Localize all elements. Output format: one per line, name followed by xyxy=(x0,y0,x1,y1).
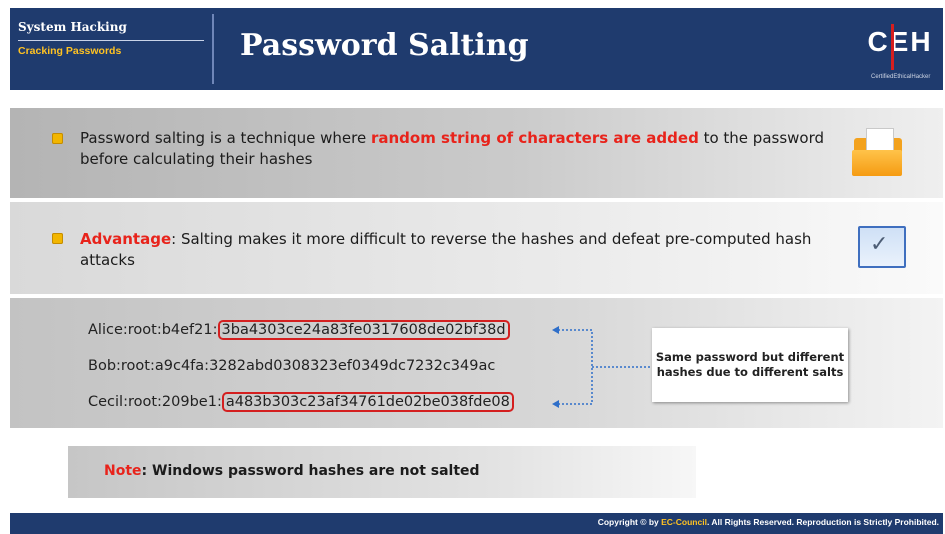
section-title: System Hacking xyxy=(18,20,127,34)
hash-row-cecil: Cecil:root:209be1: a483b303c23af34761de02… xyxy=(88,391,514,413)
slide-header: System Hacking Cracking Passwords Passwo… xyxy=(10,8,943,90)
subsection-title: Cracking Passwords xyxy=(18,45,122,57)
logo-tag-ethical: Ethical xyxy=(893,74,912,80)
hash-prefix: Cecil:root:209be1: xyxy=(88,394,222,410)
bullet-icon xyxy=(52,133,63,144)
hash-value: 3282abd0308323ef0349dc7232c349ac xyxy=(209,358,496,374)
hash-row-alice: Alice:root:b4ef21: 3ba4303ce24a83fe031760… xyxy=(88,319,510,341)
callout-box: Same password but different hashes due t… xyxy=(652,328,848,402)
slide-title: Password Salting xyxy=(240,28,529,63)
header-divider xyxy=(212,14,214,84)
logo-text: CEH xyxy=(867,26,933,57)
hash-row-bob: Bob:root:a9c4fa:3282abd0308323ef0349dc72… xyxy=(88,355,495,377)
ec-council-brand: EC-Council xyxy=(661,517,707,527)
hash-value-boxed: 3ba4303ce24a83fe0317608de02bf38d xyxy=(217,320,510,340)
advantage-label: Advantage xyxy=(80,230,172,248)
logo-tagline: Certified Ethical Hacker xyxy=(871,74,931,80)
hash-prefix: Alice:root:b4ef21: xyxy=(88,322,218,338)
header-section-block: System Hacking Cracking Passwords xyxy=(10,8,210,90)
hash-prefix: Bob:root:a9c4fa: xyxy=(88,358,210,374)
bullet-icon xyxy=(52,233,63,244)
section-divider xyxy=(18,40,204,41)
note-box: Note: Windows password hashes are not sa… xyxy=(68,446,696,498)
advantage-body: : Salting makes it more difficult to rev… xyxy=(80,230,812,269)
hash-connector xyxy=(552,326,652,408)
definition-text: Password salting is a technique where ra… xyxy=(80,128,840,170)
folder-icon xyxy=(852,128,904,176)
logo-bar xyxy=(891,24,894,70)
advantage-text: Advantage: Salting makes it more difficu… xyxy=(80,229,820,271)
note-label: Note xyxy=(104,463,142,479)
hash-value-boxed: a483b303c23af34761de02be038fde08 xyxy=(221,392,514,412)
checkbox-icon: ✓ xyxy=(858,226,906,268)
callout-text: Same password but different hashes due t… xyxy=(655,350,845,379)
note-text: Note: Windows password hashes are not sa… xyxy=(104,463,480,479)
ceh-logo: CEH Certified Ethical Hacker xyxy=(867,16,933,82)
copyright-suffix: . All Rights Reserved. Reproduction is S… xyxy=(706,517,939,527)
slide-footer: Copyright © by EC-Council. All Rights Re… xyxy=(10,513,943,534)
copyright-text: Copyright © by EC-Council. All Rights Re… xyxy=(598,517,939,527)
definition-text-start: Password salting is a technique where xyxy=(80,129,371,147)
logo-tag-certified: Certified xyxy=(871,74,894,80)
note-body: : Windows password hashes are not salted xyxy=(141,463,480,479)
copyright-prefix: Copyright © by xyxy=(597,517,662,527)
logo-tag-hacker: Hacker xyxy=(911,74,931,80)
definition-highlight: random string of characters are added xyxy=(370,129,699,147)
